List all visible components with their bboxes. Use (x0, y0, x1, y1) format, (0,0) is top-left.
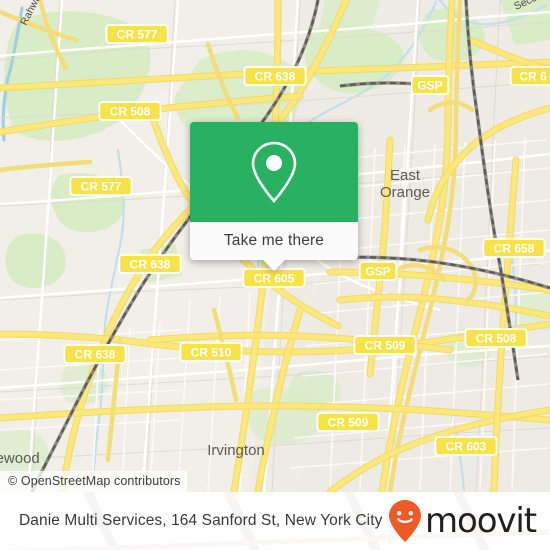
map-pin-icon (251, 141, 297, 203)
map-marker-popup[interactable]: Take me there (190, 122, 358, 271)
road-shield: CR 577 (105, 24, 169, 44)
road-shield: CR 509 (353, 335, 417, 355)
map-place-label: lewood (0, 450, 40, 467)
svg-text:CR 658: CR 658 (494, 241, 535, 255)
road-shield: CR 509 (316, 412, 380, 432)
location-title: Danie Multi Services, 164 Sanford St, Ne… (19, 512, 383, 529)
road-shield: CR 605 (242, 268, 306, 288)
road-shield: CR 603 (434, 436, 498, 456)
moovit-logo[interactable]: moovit (388, 499, 537, 543)
svg-text:CR 638: CR 638 (130, 257, 171, 271)
road-shield: CR 638 (243, 66, 307, 86)
road-shield: GSP (358, 261, 398, 281)
road-shield: CR 658 (482, 238, 546, 258)
svg-text:CR 510: CR 510 (191, 345, 232, 359)
road-shield: CR 510 (179, 342, 243, 362)
svg-text:CR 508: CR 508 (476, 331, 517, 345)
svg-text:CR 509: CR 509 (328, 415, 369, 429)
road-shield: CR 508 (98, 101, 162, 121)
take-me-there-label: Take me there (223, 232, 325, 249)
svg-text:CR 638: CR 638 (255, 69, 296, 83)
road-shield: CR 638 (63, 344, 127, 364)
svg-text:CR 577: CR 577 (81, 179, 122, 193)
moovit-map-screenshot: .mj { stroke:#f2d96a; stroke-width:7; fi… (0, 0, 550, 550)
road-shield: CR 6 (509, 66, 550, 86)
svg-text:CR 6: CR 6 (519, 69, 547, 83)
footer-bar: Danie Multi Services, 164 Sanford St, Ne… (0, 492, 550, 550)
svg-text:GSP: GSP (365, 264, 390, 278)
map-place-label: Irvington (207, 442, 265, 459)
road-shield: GSP (410, 75, 450, 95)
popup-icon-panel (190, 122, 358, 222)
svg-text:CR 605: CR 605 (254, 271, 295, 285)
svg-text:CR 509: CR 509 (365, 338, 406, 352)
road-shield: CR 638 (118, 254, 182, 274)
svg-text:CR 638: CR 638 (75, 347, 116, 361)
svg-text:CR 577: CR 577 (117, 27, 158, 41)
take-me-there-button[interactable]: Take me there (190, 222, 358, 271)
svg-text:GSP: GSP (417, 78, 442, 92)
moovit-wordmark: moovit (424, 501, 537, 541)
popup-pointer (262, 259, 286, 271)
road-shield: CR 508 (464, 328, 528, 348)
svg-text:CR 508: CR 508 (110, 104, 151, 118)
road-shield: CR 577 (69, 176, 133, 196)
moovit-pin-smiley-icon (388, 500, 421, 542)
osm-attribution[interactable]: © OpenStreetMap contributors (0, 471, 187, 492)
svg-text:CR 603: CR 603 (446, 439, 487, 453)
